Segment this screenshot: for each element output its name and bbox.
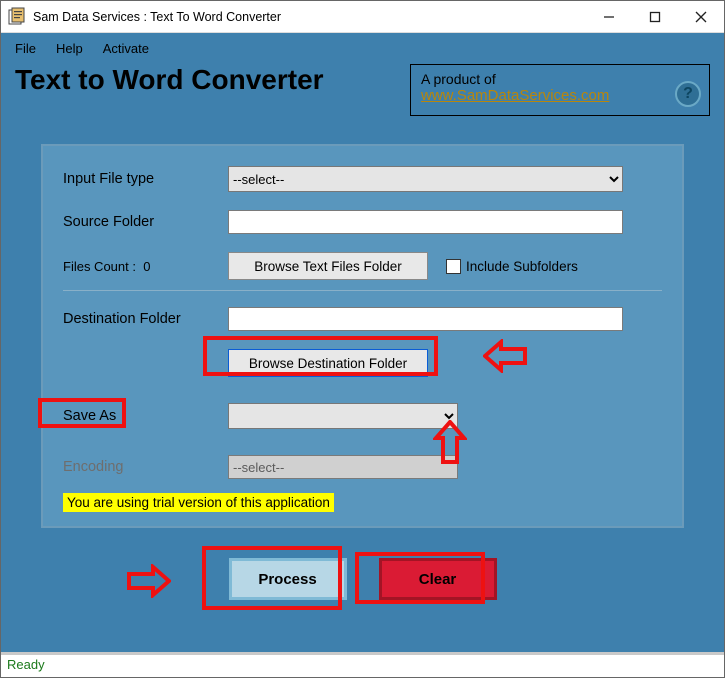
annotation-box — [38, 398, 126, 428]
status-bar: Ready — [1, 655, 724, 677]
status-text: Ready — [7, 657, 45, 672]
app-window: Sam Data Services : Text To Word Convert… — [0, 0, 725, 678]
client-area: File Help Activate Text to Word Converte… — [1, 33, 724, 652]
destination-folder-input[interactable] — [228, 307, 623, 331]
include-subfolders-wrap[interactable]: Include Subfolders — [446, 259, 578, 274]
source-folder-label: Source Folder — [63, 214, 228, 230]
browse-source-button[interactable]: Browse Text Files Folder — [228, 252, 428, 280]
annotation-box — [203, 336, 438, 376]
menu-activate[interactable]: Activate — [103, 41, 149, 56]
input-type-select[interactable]: --select-- — [228, 166, 623, 192]
action-row: Process Clear — [1, 558, 724, 600]
annotation-arrow-up-icon — [433, 420, 467, 464]
annotation-arrow-right-icon — [127, 564, 171, 598]
annotation-arrow-left-icon — [483, 339, 527, 373]
product-of-label: A product of — [421, 71, 699, 87]
menu-help[interactable]: Help — [56, 41, 83, 56]
product-box: A product of www.SamDataServices.com ? — [410, 64, 710, 116]
encoding-label: Encoding — [63, 459, 228, 475]
header-row: Text to Word Converter A product of www.… — [1, 60, 724, 124]
save-as-select[interactable] — [228, 403, 458, 429]
titlebar: Sam Data Services : Text To Word Convert… — [1, 1, 724, 33]
form-panel: Input File type --select-- Source Folder… — [41, 144, 684, 528]
divider — [63, 290, 662, 291]
product-link[interactable]: www.SamDataServices.com — [421, 87, 609, 104]
include-subfolders-label: Include Subfolders — [466, 259, 578, 274]
app-icon — [7, 7, 27, 27]
annotation-box — [355, 552, 485, 604]
close-button[interactable] — [678, 2, 724, 32]
window-title: Sam Data Services : Text To Word Convert… — [33, 10, 281, 24]
trial-message: You are using trial version of this appl… — [63, 493, 334, 512]
help-icon[interactable]: ? — [675, 81, 701, 107]
maximize-button[interactable] — [632, 2, 678, 32]
files-count-value: 0 — [143, 259, 150, 274]
minimize-button[interactable] — [586, 2, 632, 32]
page-title: Text to Word Converter — [15, 64, 324, 96]
include-subfolders-checkbox[interactable] — [446, 259, 461, 274]
menu-file[interactable]: File — [15, 41, 36, 56]
files-count-label: Files Count : 0 — [63, 259, 228, 274]
annotation-box — [202, 546, 342, 610]
input-type-label: Input File type — [63, 171, 228, 187]
source-folder-input[interactable] — [228, 210, 623, 234]
menubar: File Help Activate — [1, 33, 724, 60]
encoding-input — [228, 455, 458, 479]
destination-folder-label: Destination Folder — [63, 311, 228, 327]
